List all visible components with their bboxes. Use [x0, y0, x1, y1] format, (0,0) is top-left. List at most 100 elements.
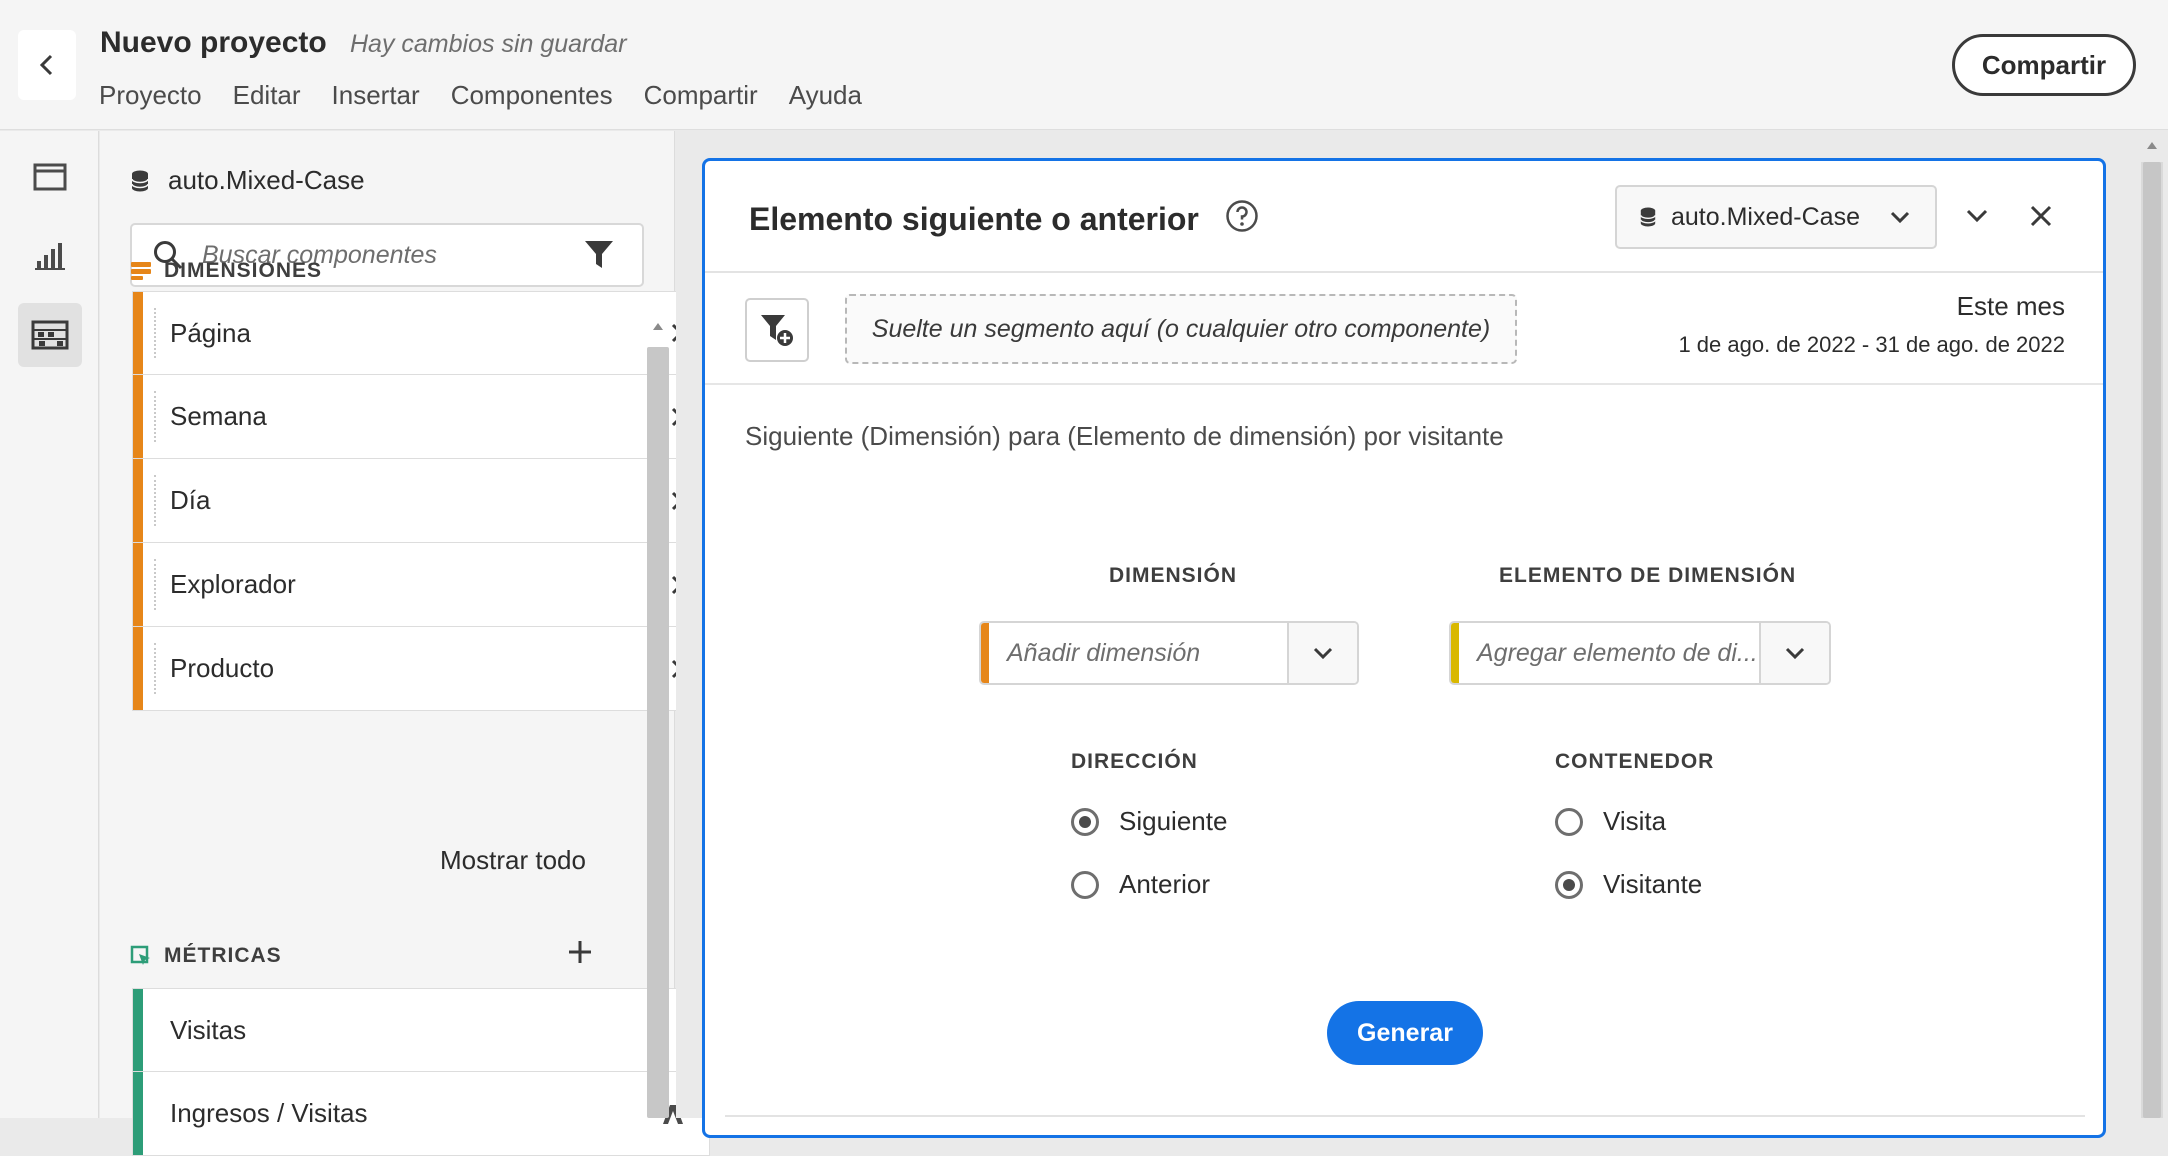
menu-item-componentes[interactable]: Componentes: [451, 80, 613, 111]
direction-field-label: DIRECCIÓN: [1071, 750, 1198, 773]
chevron-left-icon: [37, 53, 57, 77]
filter-icon[interactable]: [584, 239, 614, 271]
dimension-item-picker[interactable]: Agregar elemento de di...: [1449, 621, 1831, 685]
workspace-scroll-up-icon[interactable]: [2146, 140, 2158, 150]
dimensions-title: DIMENSIONES: [130, 259, 322, 283]
dimension-color-bar: [133, 627, 143, 710]
dimension-picker[interactable]: Añadir dimensión: [979, 621, 1359, 685]
dimension-icon: [130, 261, 152, 281]
radio-label: Siguiente: [1119, 806, 1228, 836]
dimension-color-bar: [133, 292, 143, 374]
drag-handle[interactable]: [154, 643, 156, 694]
dimension-color-bar: [133, 459, 143, 542]
workspace-scroll-thumb[interactable]: [2143, 162, 2161, 1118]
container-radio-visit[interactable]: Visita: [1555, 806, 1666, 837]
radio-label: Anterior: [1119, 869, 1211, 899]
dimensions-heading-text: DIMENSIONES: [164, 259, 323, 282]
dimension-item-dropdown-button[interactable]: [1759, 623, 1829, 683]
date-range-selector[interactable]: Este mes 1 de ago. de 2022 - 31 de ago. …: [1678, 291, 2065, 358]
drag-handle[interactable]: [154, 391, 156, 442]
menu-item-compartir[interactable]: Compartir: [644, 80, 758, 111]
next-previous-panel: Elemento siguiente o anterior auto.Mixed…: [702, 158, 2106, 1138]
scroll-thumb[interactable]: [647, 347, 669, 1118]
list-item-dimension[interactable]: Producto: [132, 627, 710, 711]
left-rail: [0, 131, 99, 1118]
list-item-metric[interactable]: Visitas: [132, 988, 710, 1072]
components-icon: [31, 320, 69, 350]
segment-drop-zone[interactable]: Suelte un segmento aquí (o cualquier otr…: [845, 294, 1517, 364]
menu-item-ayuda[interactable]: Ayuda: [789, 80, 862, 111]
dimension-label: Explorador: [170, 569, 296, 599]
direction-radio-previous[interactable]: Anterior: [1071, 869, 1210, 900]
radio-label: Visitante: [1603, 869, 1703, 899]
list-item-metric[interactable]: Ingresos / Visitas: [132, 1072, 710, 1156]
data-view-label: auto.Mixed-Case: [130, 165, 365, 196]
unsaved-status: Hay cambios sin guardar: [350, 30, 627, 58]
database-icon: [1639, 206, 1657, 228]
add-metric-button[interactable]: [567, 939, 593, 965]
visualizations-icon: [33, 239, 67, 271]
rail-visualizations-button[interactable]: [18, 223, 82, 287]
divider: [725, 1115, 2085, 1117]
dimension-label: Día: [170, 485, 211, 515]
menu-item-editar[interactable]: Editar: [233, 80, 301, 111]
radio-unselected[interactable]: [1555, 807, 1583, 836]
list-item-dimension[interactable]: Día: [132, 459, 710, 543]
list-item-dimension[interactable]: Explorador: [132, 543, 710, 627]
project-title: Nuevo proyecto: [100, 26, 327, 59]
drag-handle[interactable]: [154, 559, 156, 610]
generate-button[interactable]: Generar: [1327, 1001, 1483, 1065]
direction-radio-next[interactable]: Siguiente: [1071, 806, 1227, 837]
scroll-up-arrow-icon[interactable]: [652, 321, 664, 331]
radio-selected[interactable]: [1071, 807, 1099, 836]
menu-item-proyecto[interactable]: Proyecto: [99, 80, 202, 111]
dimension-dropdown-button[interactable]: [1287, 623, 1357, 683]
container-field-label: CONTENEDOR: [1555, 750, 1715, 773]
dimension-field-label: DIMENSIÓN: [1109, 564, 1238, 587]
divider: [705, 271, 2103, 273]
metric-label: Ingresos / Visitas: [170, 1098, 368, 1128]
metrics-title: MÉTRICAS: [130, 944, 282, 968]
show-all-link[interactable]: Mostrar todo: [440, 845, 586, 876]
rail-components-button[interactable]: [18, 303, 82, 367]
dimension-label: Página: [170, 317, 251, 348]
add-segment-button[interactable]: [745, 298, 809, 362]
app-header: Nuevo proyecto Hay cambios sin guardar P…: [0, 0, 2168, 130]
date-range-value: 1 de ago. de 2022 - 31 de ago. de 2022: [1678, 332, 2065, 357]
back-button[interactable]: [18, 30, 76, 100]
list-item-dimension[interactable]: Página: [132, 291, 710, 375]
dimension-label: Semana: [170, 401, 267, 431]
menu-item-insertar[interactable]: Insertar: [332, 80, 420, 111]
metrics-heading-text: MÉTRICAS: [164, 944, 282, 967]
panel-icon: [33, 162, 67, 192]
divider: [705, 383, 2103, 385]
drag-handle[interactable]: [154, 308, 156, 358]
segment-filter-icon: [759, 312, 795, 348]
dimension-item-placeholder: Agregar elemento de di...: [1477, 638, 1758, 667]
collapse-panel-icon[interactable]: [1963, 201, 1991, 231]
chevron-down-icon: [1784, 646, 1806, 660]
panel-title: Elemento siguiente o anterior: [749, 201, 1199, 237]
metrics-list: Visitas Ingresos / Visitas: [132, 988, 710, 1156]
dimension-color-bar: [133, 375, 143, 458]
dimension-placeholder: Añadir dimensión: [1007, 638, 1201, 667]
radio-selected[interactable]: [1555, 870, 1583, 899]
data-view-picker-value: auto.Mixed-Case: [1671, 202, 1860, 231]
metric-color-bar: [133, 989, 143, 1071]
help-icon[interactable]: [1225, 199, 1259, 233]
rail-panels-button[interactable]: [18, 145, 82, 209]
dimension-accent-bar: [981, 623, 989, 683]
dimension-color-bar: [133, 543, 143, 626]
data-view-picker[interactable]: auto.Mixed-Case: [1615, 185, 1937, 249]
drag-handle[interactable]: [154, 475, 156, 526]
chevron-down-icon: [1312, 646, 1334, 660]
container-radio-visitor[interactable]: Visitante: [1555, 869, 1702, 900]
close-icon[interactable]: [2027, 201, 2055, 231]
metric-icon: [130, 945, 152, 967]
radio-unselected[interactable]: [1071, 870, 1099, 899]
list-item-dimension[interactable]: Semana: [132, 375, 710, 459]
share-button[interactable]: Compartir: [1952, 34, 2136, 96]
panel-scrollbar[interactable]: [646, 321, 669, 1118]
components-panel: auto.Mixed-Case Buscar componentes DIMEN…: [100, 131, 710, 1156]
dimension-item-field-label: ELEMENTO DE DIMENSIÓN: [1499, 564, 1797, 587]
